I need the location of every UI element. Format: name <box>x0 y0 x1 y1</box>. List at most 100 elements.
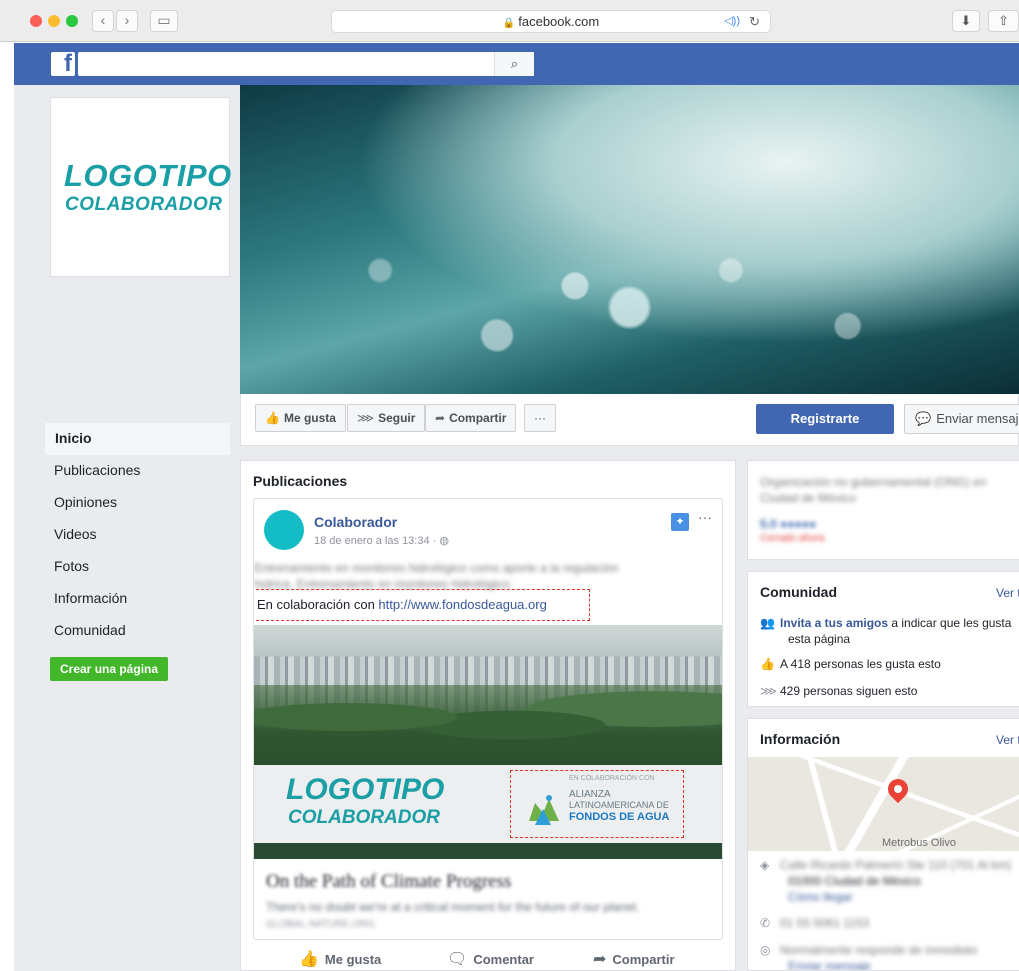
location-icon: ◈ <box>760 858 770 872</box>
post-like-button[interactable]: 👍 Me gusta <box>299 949 381 969</box>
back-button[interactable]: ‹ <box>92 10 114 32</box>
page-navigation: Inicio Publicaciones Opiniones Videos Fo… <box>44 423 230 681</box>
nav-item-fotos[interactable]: Fotos <box>44 551 230 583</box>
followers-row: ⋙ 429 personas siguen esto <box>760 684 918 698</box>
open-status: Cerrado ahora <box>760 533 825 544</box>
nav-item-opiniones[interactable]: Opiniones <box>44 487 230 519</box>
comment-icon: 🗨 <box>447 951 468 968</box>
alianza-line2: LATINOAMERICANA DE <box>569 800 669 810</box>
water-fund-icon <box>529 795 559 825</box>
about-location: Ciudad de México <box>760 491 857 505</box>
send-message-link[interactable]: Enviar mensaje <box>788 959 871 970</box>
post-text-line1: Entrenamiento en monitoreo hidrológico c… <box>254 561 619 575</box>
link-title: On the Path of Climate Progress <box>266 871 512 892</box>
pin-icon: ✦ <box>671 513 689 531</box>
register-button[interactable]: Registrarte <box>756 404 894 434</box>
banner-logo-line1: LOGOTIPO <box>286 773 445 806</box>
address-bar[interactable]: 🔒 facebook.com ◁)) ↻ <box>331 10 771 33</box>
map-pin-icon <box>883 774 913 804</box>
sidebar-icon: ▭ <box>157 12 171 28</box>
likes-row: 👍 A 418 personas les gusta esto <box>760 657 941 671</box>
share-button[interactable]: ⇧ <box>988 10 1019 32</box>
avatar[interactable] <box>264 510 304 550</box>
post-share-button[interactable]: ➦ Compartir <box>593 949 675 969</box>
rss-icon: ⋙ <box>760 684 778 698</box>
community-card: Comunidad Ver t 👥 Invita a tus amigos a i… <box>747 571 1019 707</box>
post-comment-button[interactable]: 🗨 Comentar <box>447 949 534 969</box>
downloads-button[interactable]: ⬇ <box>952 10 980 32</box>
alianza-line1: ALIANZA <box>569 789 611 800</box>
community-title: Comunidad <box>760 584 837 600</box>
image-bottom-strip <box>254 843 722 859</box>
invite-line2: esta página <box>788 632 851 646</box>
browser-toolbar: ‹ › ▭ 🔒 facebook.com ◁)) ↻ ⬇ ⇧ <box>0 0 1019 42</box>
post-image[interactable]: LOGOTIPO COLABORADOR EN COLABORACIÓN CON… <box>254 625 722 859</box>
forward-button[interactable]: › <box>116 10 138 32</box>
phone-icon: ✆ <box>760 916 771 930</box>
download-icon: ⬇ <box>960 13 972 28</box>
post-options-button[interactable]: ··· <box>698 509 712 525</box>
send-message-button[interactable]: 💬 Enviar mensaje <box>904 404 1019 434</box>
invite-icon: 👥 <box>760 616 775 630</box>
rating[interactable]: 5.0 ●●●●● <box>760 517 816 531</box>
nav-item-inicio[interactable]: Inicio <box>44 423 230 455</box>
more-options-button[interactable]: ··· <box>524 404 556 432</box>
address-row: ◈ Calle Ricardo Palmerín Ste 110 (701 Al … <box>760 858 1012 872</box>
share-icon: ⇧ <box>998 13 1009 28</box>
rss-icon: ⋙ <box>357 411 375 425</box>
community-see-all-link[interactable]: Ver t <box>996 586 1019 600</box>
thumbs-up-icon: 👍 <box>299 951 319 968</box>
nav-item-publicaciones[interactable]: Publicaciones <box>44 455 230 487</box>
search-input[interactable]: ⌕ <box>78 52 534 76</box>
messenger-icon: ◎ <box>760 943 771 957</box>
alianza-line3: FONDOS DE AGUA <box>569 811 670 823</box>
post-author[interactable]: Colaborador <box>314 514 397 530</box>
invite-friends-row: 👥 Invita a tus amigos a indicar que les g… <box>760 616 1012 630</box>
sidebar-toggle-button[interactable]: ▭ <box>150 10 178 32</box>
share-arrow-icon: ➦ <box>435 411 446 425</box>
about-card: Organización no gubernamental (ONG) en C… <box>747 460 1019 560</box>
like-page-button[interactable]: 👍 Me gusta <box>255 404 346 432</box>
facebook-logo[interactable]: f <box>51 50 75 77</box>
collaboration-line: En colaboración con http://www.fondosdea… <box>254 589 590 621</box>
info-card: Información Ver t Metrobus Olivo ◈ Calle … <box>747 718 1019 971</box>
info-see-all-link[interactable]: Ver t <box>996 733 1019 747</box>
phone-row: ✆ 01 55 5061 1153 <box>760 916 870 930</box>
follow-button[interactable]: ⋙ Seguir <box>347 404 426 432</box>
map-label: Metrobus Olivo <box>882 837 956 849</box>
create-page-button[interactable]: Crear una página <box>50 657 169 681</box>
reload-icon[interactable]: ↻ <box>749 11 760 32</box>
profile-picture[interactable]: LOGOTIPO COLABORADOR <box>50 97 231 277</box>
nav-item-videos[interactable]: Videos <box>44 519 230 551</box>
link-description: There's no doubt we're at a critical mom… <box>266 900 640 914</box>
alianza-logo: EN COLABORACIÓN CON ALIANZA LATINOAMERIC… <box>510 770 684 838</box>
nav-item-informacion[interactable]: Información <box>44 583 230 615</box>
posts-title: Publicaciones <box>253 473 348 489</box>
page-container: LOGOTIPO COLABORADOR 👍 Me gusta ⋙ Seguir ➦… <box>14 85 1019 971</box>
directions-link[interactable]: Cómo llegar <box>788 890 853 904</box>
url-text: facebook.com <box>518 14 600 29</box>
search-icon[interactable]: ⌕ <box>494 52 534 76</box>
location-map[interactable]: Metrobus Olivo <box>748 757 1019 851</box>
about-category: Organización no gubernamental (ONG) en <box>760 475 987 489</box>
zoom-window-button[interactable] <box>66 15 78 27</box>
invite-friends-link[interactable]: Invita a tus amigos <box>780 616 888 630</box>
posts-section: Publicaciones Colaborador 18 de enero a … <box>240 460 736 971</box>
thumbs-up-icon: 👍 <box>760 657 775 671</box>
address-line2: 01000 Ciudad de México <box>788 874 921 888</box>
logo-banner: LOGOTIPO COLABORADOR EN COLABORACIÓN CON… <box>254 765 722 843</box>
share-page-button[interactable]: ➦ Compartir <box>425 404 517 432</box>
minimize-window-button[interactable] <box>48 15 60 27</box>
link-preview[interactable]: On the Path of Climate Progress There's … <box>254 859 722 939</box>
page-action-bar: 👍 Me gusta ⋙ Seguir ➦ Compartir ··· Registr… <box>240 394 1019 446</box>
link-domain: GLOBAL.NATURE.ORG <box>266 919 375 930</box>
forest-photo <box>254 685 722 765</box>
close-window-button[interactable] <box>30 15 42 27</box>
post-date[interactable]: 18 de enero a las 13:34 · ◍ <box>314 534 449 547</box>
sound-icon[interactable]: ◁)) <box>724 11 740 32</box>
nav-item-comunidad[interactable]: Comunidad <box>44 615 230 647</box>
chevron-right-icon: › <box>124 12 130 28</box>
cover-photo[interactable] <box>240 85 1019 394</box>
collaboration-link[interactable]: http://www.fondosdeagua.org <box>378 597 546 612</box>
facebook-top-bar: f ⌕ <box>14 43 1019 85</box>
